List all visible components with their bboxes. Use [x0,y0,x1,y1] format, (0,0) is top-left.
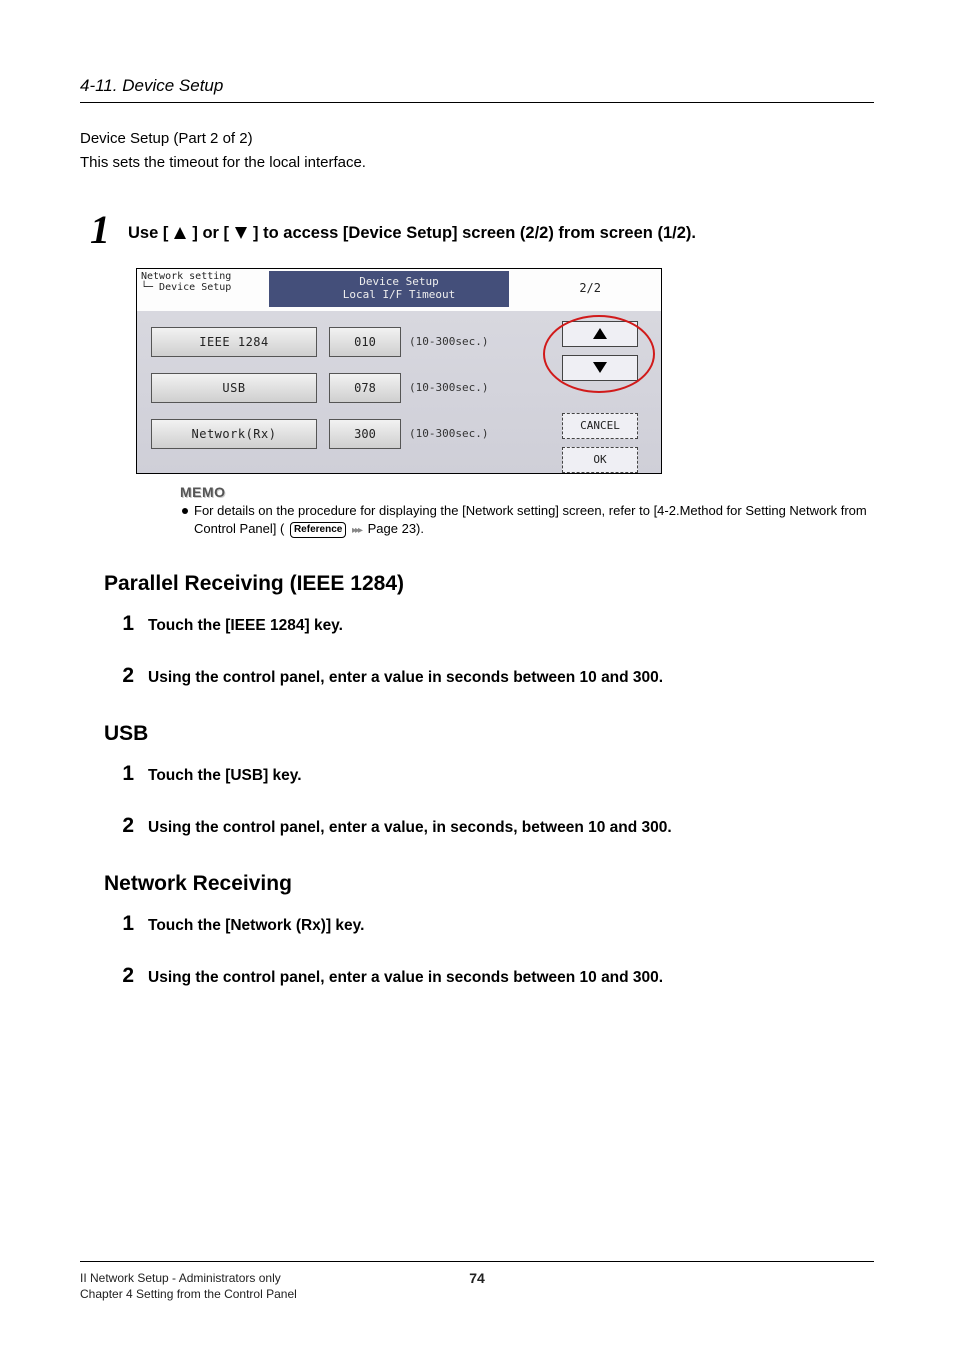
step-1: 1 Use [ ] or [ ] to access [Device Setup… [80,210,874,250]
cancel-button[interactable]: CANCEL [562,413,638,439]
footer-line-2: Chapter 4 Setting from the Control Panel [80,1286,874,1302]
scroll-down-button[interactable] [562,355,638,381]
parallel-step-2-text: Using the control panel, enter a value i… [148,669,663,687]
network-step-2-num: 2 [116,964,134,988]
network-step-2-text: Using the control panel, enter a value i… [148,969,663,987]
scroll-up-button[interactable] [562,321,638,347]
ss-page-indicator: 2/2 [579,281,601,295]
memo-label: MEMO [180,484,874,500]
section-usb-heading: USB [104,722,874,746]
intro-block: Device Setup (Part 2 of 2) This sets the… [80,129,874,174]
step-1-text-a: Use [ [128,222,168,245]
ss-row-network: Network(Rx) 300 (10-300sec.) [151,417,511,451]
section-parallel-heading: Parallel Receiving (IEEE 1284) [104,572,874,596]
networkrx-key[interactable]: Network(Rx) [151,419,317,449]
memo-text-after: Page 23). [368,521,424,536]
step-1-text: Use [ ] or [ ] to access [Device Setup] … [128,210,696,245]
section-network-steps: 1 Touch the [Network (Rx)] key. 2 Using th… [116,912,874,988]
step-1-text-b: ] or [ [192,222,229,245]
networkrx-value[interactable]: 300 [329,419,401,449]
device-setup-screenshot: Network setting └─ Device Setup Device S… [136,268,662,474]
up-arrow-icon [172,225,188,241]
ieee1284-range: (10-300sec.) [409,335,488,348]
ieee1284-key[interactable]: IEEE 1284 [151,327,317,357]
reference-chevron-icon: ▸▸▸ [352,524,361,538]
page-number: 74 [80,1270,874,1286]
step-1-number: 1 [80,210,110,250]
usb-key[interactable]: USB [151,373,317,403]
running-head: 4-11. Device Setup [80,76,874,103]
memo-text: For details on the procedure for display… [194,502,874,538]
parallel-step-2-num: 2 [116,664,134,688]
step-1-text-c: ] to access [Device Setup] screen (2/2) … [253,222,696,245]
ss-side-buttons: CANCEL OK [553,321,647,481]
networkrx-range: (10-300sec.) [409,427,488,440]
ok-button[interactable]: OK [562,447,638,473]
parallel-step-1-text: Touch the [IEEE 1284] key. [148,617,343,635]
network-step-1-num: 1 [116,912,134,936]
down-arrow-icon [233,225,249,241]
network-step-1-text: Touch the [Network (Rx)] key. [148,917,364,935]
ieee1284-value[interactable]: 010 [329,327,401,357]
scroll-up-arrow-icon [593,328,607,339]
section-parallel-steps: 1 Touch the [IEEE 1284] key. 2 Using the c… [116,612,874,688]
usb-value[interactable]: 078 [329,373,401,403]
reference-badge: Reference [290,522,346,538]
ss-row-usb: USB 078 (10-300sec.) [151,371,511,405]
usb-step-1-text: Touch the [USB] key. [148,767,302,785]
section-network-heading: Network Receiving [104,872,874,896]
ss-row-ieee1284: IEEE 1284 010 (10-300sec.) [151,325,511,359]
usb-range: (10-300sec.) [409,381,488,394]
usb-step-2-text: Using the control panel, enter a value, … [148,819,672,837]
page-footer: 74 II Network Setup - Administrators onl… [80,1261,874,1302]
usb-step-1-num: 1 [116,762,134,786]
parallel-step-1-num: 1 [116,612,134,636]
intro-line-2: This sets the timeout for the local inte… [80,153,874,173]
memo-block: MEMO For details on the procedure for di… [180,484,874,538]
usb-step-2-num: 2 [116,814,134,838]
bullet-icon [182,508,188,514]
scroll-down-arrow-icon [593,362,607,373]
intro-line-1: Device Setup (Part 2 of 2) [80,129,874,149]
section-usb-steps: 1 Touch the [USB] key. 2 Using the control… [116,762,874,838]
